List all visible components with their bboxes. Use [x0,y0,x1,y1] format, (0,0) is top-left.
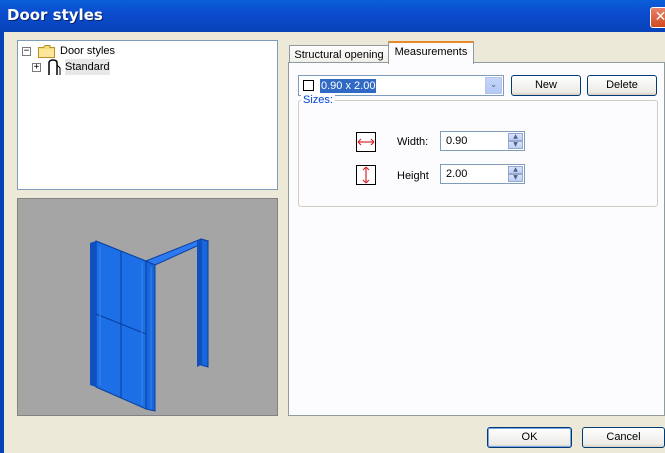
height-value: 2.00 [446,168,468,180]
width-stepper[interactable]: ▲ ▼ [508,133,523,149]
height-spinner[interactable]: 2.00 ▲ ▼ [440,164,525,184]
chevron-down-icon[interactable]: ⌄ [485,77,502,94]
width-label: Width: [397,136,429,148]
tree-item-label: Standard [65,59,110,75]
window-title: Door styles [7,6,103,24]
door-style-select[interactable]: 0.90 x 2.00 ⌄ [298,75,504,96]
spin-up-icon[interactable]: ▲ [508,133,523,141]
sizes-group [298,100,658,207]
door-styles-dialog: Door styles ✕ − Door styles + Standard S… [0,0,665,453]
width-arrow-icon [356,132,376,152]
selected-style-value: 0.90 x 2.00 [320,79,377,93]
door-style-icon [48,59,61,75]
width-spinner[interactable]: 0.90 ▲ ▼ [440,131,525,151]
collapse-icon[interactable]: − [22,47,31,56]
title-bar: Door styles ✕ [0,0,665,32]
door-preview [17,198,278,416]
expand-icon[interactable]: + [32,63,41,72]
spin-down-icon[interactable]: ▼ [508,141,523,149]
height-stepper[interactable]: ▲ ▼ [508,166,523,182]
folder-icon [38,45,55,58]
spin-down-icon[interactable]: ▼ [508,174,523,182]
window-frame [0,32,4,453]
tree-item-label: Door styles [60,45,116,57]
tab-measurements[interactable]: Measurements [388,41,474,64]
style-checkbox[interactable] [303,80,314,91]
new-button[interactable]: New [511,75,581,96]
delete-button[interactable]: Delete [587,75,657,96]
width-value: 0.90 [446,135,468,147]
ok-button[interactable]: OK [487,427,572,448]
sizes-group-label: Sizes: [301,94,335,106]
cancel-button[interactable]: Cancel [582,427,665,448]
door-3d-model [90,238,210,412]
door-styles-tree[interactable]: − Door styles + Standard [17,40,278,190]
close-button[interactable]: ✕ [650,7,665,28]
spin-up-icon[interactable]: ▲ [508,166,523,174]
height-label: Height [397,170,429,182]
height-arrow-icon [356,165,376,185]
